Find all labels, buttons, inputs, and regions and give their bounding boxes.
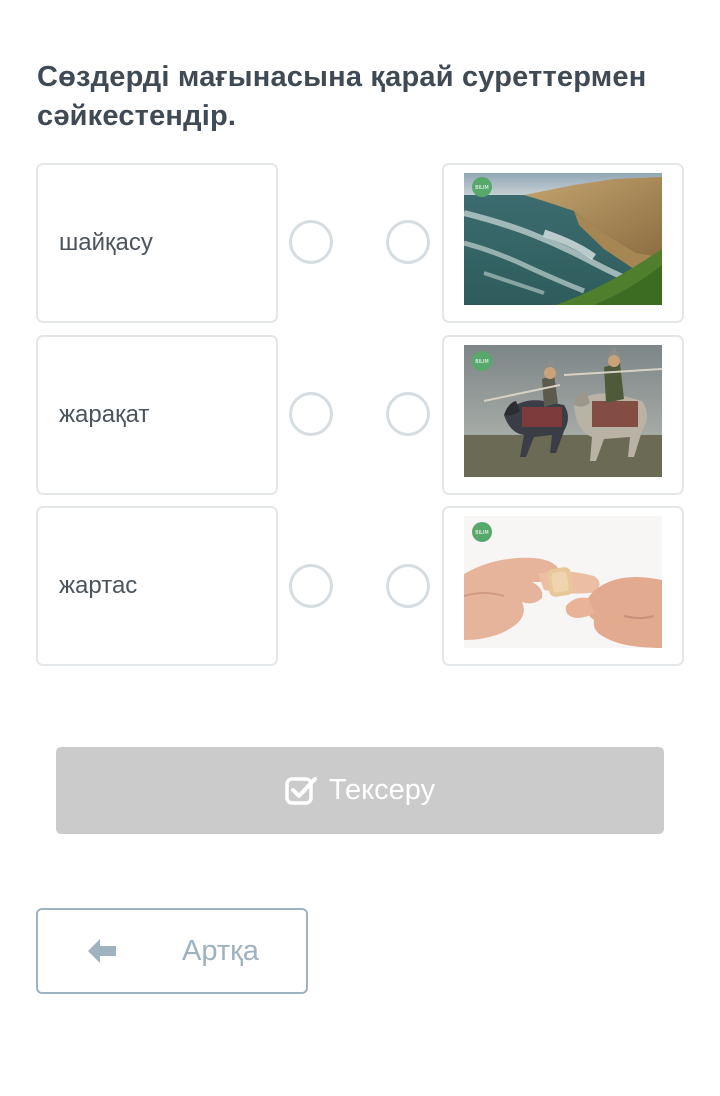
- check-button-label: Тексеру: [328, 774, 436, 806]
- svg-text:BILIM: BILIM: [475, 359, 488, 365]
- bandaged-finger-image: BILIM: [464, 516, 662, 648]
- svg-text:BILIM: BILIM: [475, 185, 488, 191]
- word-card-2[interactable]: жарақат: [36, 335, 278, 495]
- word-label: жарақат: [59, 401, 150, 428]
- question-title: Сөздерді мағынасына қарай суреттермен сә…: [37, 61, 647, 132]
- word-card-3[interactable]: жартас: [36, 506, 278, 666]
- image-card-2[interactable]: BILIM: [442, 335, 684, 495]
- word-radio-3[interactable]: [289, 564, 333, 608]
- arrow-left-icon: [88, 939, 116, 963]
- back-button-label: Артқа: [182, 934, 259, 967]
- horse-warriors-battle-image: BILIM: [464, 345, 662, 477]
- word-label: шайқасу: [59, 229, 153, 256]
- word-card-1[interactable]: шайқасу: [36, 163, 278, 323]
- image-radio-1[interactable]: [386, 220, 430, 264]
- matching-exercise-page: Сөздерді мағынасына қарай суреттермен сә…: [0, 0, 720, 1096]
- check-button[interactable]: Тексеру: [56, 747, 664, 834]
- word-radio-2[interactable]: [289, 392, 333, 436]
- svg-text:BILIM: BILIM: [475, 530, 488, 536]
- image-card-3[interactable]: BILIM: [442, 506, 684, 666]
- sea-cliff-image: BILIM: [464, 173, 662, 305]
- word-label: жартас: [59, 572, 138, 599]
- image-radio-2[interactable]: [386, 392, 430, 436]
- image-radio-3[interactable]: [386, 564, 430, 608]
- check-square-icon: [285, 776, 317, 805]
- back-button[interactable]: Артқа: [36, 908, 308, 994]
- image-card-1[interactable]: BILIM: [442, 163, 684, 323]
- word-radio-1[interactable]: [289, 220, 333, 264]
